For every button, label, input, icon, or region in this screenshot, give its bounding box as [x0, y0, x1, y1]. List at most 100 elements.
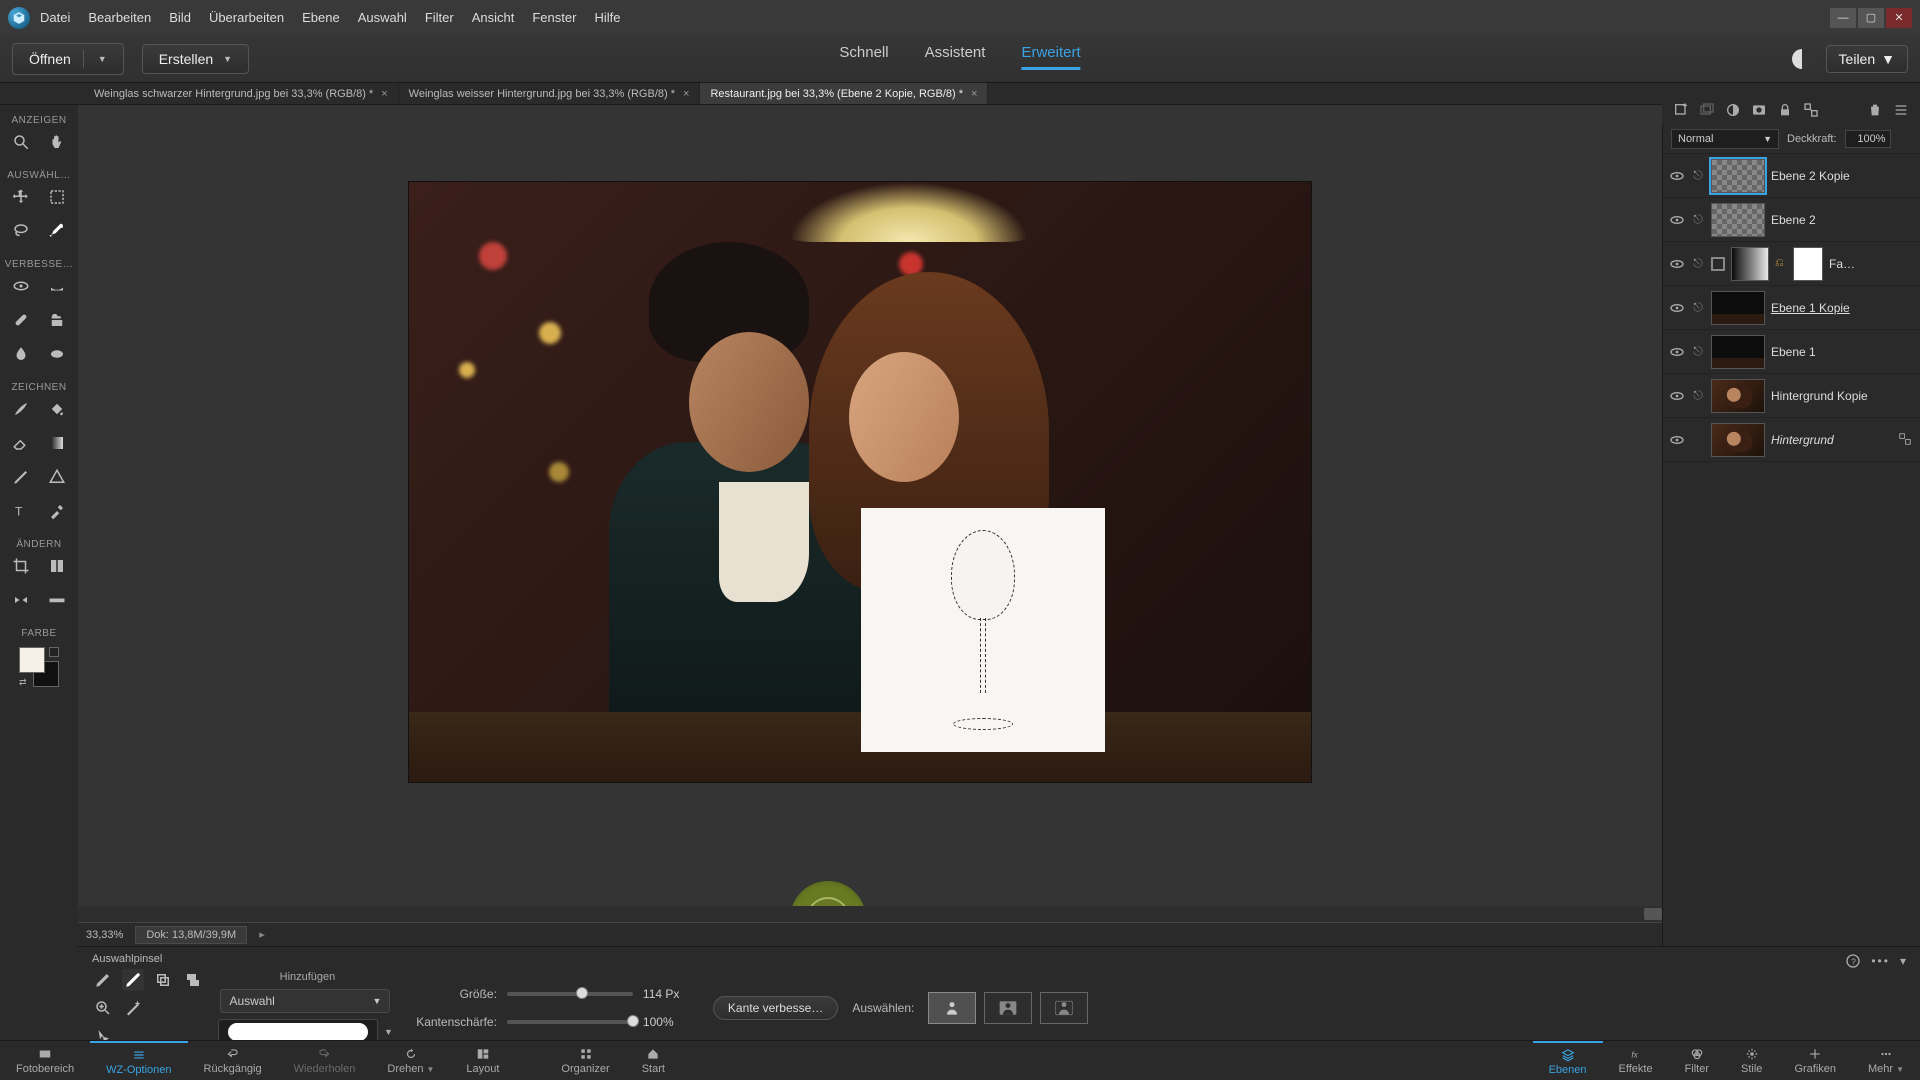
lock-icon[interactable]: [1898, 432, 1914, 448]
layer-name[interactable]: Ebene 1: [1771, 345, 1816, 359]
menu-ueberarbeiten[interactable]: Überarbeiten: [209, 10, 284, 25]
visibility-icon[interactable]: [1669, 256, 1685, 272]
help-icon[interactable]: ?: [1845, 953, 1861, 969]
layer-name[interactable]: Ebene 2: [1771, 213, 1816, 227]
crop-tool-icon[interactable]: [9, 554, 33, 578]
new-layer-icon[interactable]: [1672, 101, 1690, 119]
lasso-tool-icon[interactable]: [9, 219, 33, 243]
close-tab-icon[interactable]: ×: [683, 88, 689, 100]
layer-thumbnail[interactable]: [1711, 335, 1765, 369]
chevron-down-icon[interactable]: ▼: [223, 54, 232, 64]
mehr-tab[interactable]: Mehr▼: [1852, 1041, 1920, 1080]
layer-name[interactable]: Ebene 2 Kopie: [1771, 169, 1850, 183]
menu-filter[interactable]: Filter: [425, 10, 454, 25]
layer-name[interactable]: Hintergrund: [1771, 433, 1834, 447]
select-background-button[interactable]: [984, 992, 1032, 1024]
selection-brush-tool-icon[interactable]: [45, 219, 69, 243]
recompose-tool-icon[interactable]: [45, 554, 69, 578]
default-colors-icon[interactable]: [49, 647, 59, 657]
mode-erweitert[interactable]: Erweitert: [1021, 44, 1080, 70]
content-move-tool-icon[interactable]: [9, 588, 33, 612]
theme-toggle-icon[interactable]: [1792, 49, 1812, 69]
panel-menu-icon[interactable]: [1892, 101, 1910, 119]
layer-thumbnail[interactable]: [1711, 291, 1765, 325]
zoom-level[interactable]: 33,33%: [86, 929, 123, 941]
visibility-icon[interactable]: [1669, 212, 1685, 228]
gradient-tool-icon[interactable]: [45, 431, 69, 455]
select-sky-button[interactable]: [1040, 992, 1088, 1024]
document-tab[interactable]: Weinglas schwarzer Hintergrund.jpg bei 3…: [84, 83, 399, 104]
document-canvas[interactable]: [408, 181, 1312, 783]
scrollbar-thumb[interactable]: [1644, 908, 1662, 920]
layer-row[interactable]: ⎋ Ebene 2 Kopie: [1663, 154, 1920, 198]
start-button[interactable]: Start: [626, 1041, 681, 1080]
layer-thumbnail[interactable]: [1711, 203, 1765, 237]
document-tab[interactable]: Weinglas weisser Hintergrund.jpg bei 33,…: [399, 83, 701, 104]
open-button[interactable]: Öffnen ▼: [12, 43, 124, 75]
undo-button[interactable]: Rückgängig: [188, 1041, 278, 1080]
mode-assistent[interactable]: Assistent: [925, 44, 986, 70]
visibility-icon[interactable]: [1669, 344, 1685, 360]
size-value[interactable]: 114 Px: [643, 987, 699, 1001]
mask-thumbnail[interactable]: [1793, 247, 1823, 281]
chevron-down-icon[interactable]: ▼: [98, 54, 107, 64]
menu-ebene[interactable]: Ebene: [302, 10, 340, 25]
menu-bearbeiten[interactable]: Bearbeiten: [88, 10, 151, 25]
rotate-button[interactable]: Drehen▼: [371, 1041, 450, 1080]
close-tab-icon[interactable]: ×: [971, 88, 977, 100]
layer-row[interactable]: ⎋ Ebene 1: [1663, 330, 1920, 374]
mode-schnell[interactable]: Schnell: [839, 44, 888, 70]
foreground-color-swatch[interactable]: [19, 647, 45, 673]
filter-tab[interactable]: Filter: [1669, 1041, 1725, 1080]
link-icon[interactable]: ⎋: [1691, 344, 1705, 359]
document-info[interactable]: Dok: 13,8M/39,9M: [135, 926, 247, 944]
stile-tab[interactable]: Stile: [1725, 1041, 1778, 1080]
redo-button[interactable]: Wiederholen: [278, 1041, 372, 1080]
layer-row[interactable]: Hintergrund: [1663, 418, 1920, 462]
straighten-tool-icon[interactable]: [45, 588, 69, 612]
magic-wand-icon[interactable]: [122, 997, 144, 1019]
select-subject-button[interactable]: [928, 992, 976, 1024]
layer-thumbnail[interactable]: [1731, 247, 1769, 281]
more-icon[interactable]: •••: [1871, 954, 1890, 968]
color-swatches[interactable]: ⇄: [19, 647, 59, 687]
visibility-icon[interactable]: [1669, 300, 1685, 316]
whiten-tool-icon[interactable]: [45, 274, 69, 298]
visibility-icon[interactable]: [1669, 168, 1685, 184]
layer-thumbnail[interactable]: [1711, 379, 1765, 413]
marquee-tool-icon[interactable]: [45, 185, 69, 209]
ebenen-tab[interactable]: Ebenen: [1533, 1041, 1603, 1080]
layer-thumbnail[interactable]: [1711, 159, 1765, 193]
wz-optionen-button[interactable]: WZ-Optionen: [90, 1041, 187, 1080]
collapse-icon[interactable]: ▾: [1900, 954, 1906, 968]
layer-row[interactable]: ⎋ Ebene 1 Kopie: [1663, 286, 1920, 330]
slider-knob[interactable]: [627, 1015, 639, 1027]
info-chevron-icon[interactable]: ▸: [259, 928, 265, 941]
brush-main-icon[interactable]: [92, 969, 114, 991]
layer-preset-icon[interactable]: [152, 969, 174, 991]
opacity-input[interactable]: 100%: [1845, 130, 1891, 148]
redeye-tool-icon[interactable]: [9, 274, 33, 298]
hardness-slider[interactable]: [507, 1020, 633, 1024]
link-icon[interactable]: ⎋: [1691, 300, 1705, 315]
adjustment-layer-icon[interactable]: [1724, 101, 1742, 119]
menu-ansicht[interactable]: Ansicht: [472, 10, 515, 25]
brush-tool-icon[interactable]: [9, 397, 33, 421]
size-slider[interactable]: [507, 992, 633, 996]
layer-group-icon[interactable]: [1698, 101, 1716, 119]
eyedropper-tool-icon[interactable]: [45, 499, 69, 523]
document-tab[interactable]: Restaurant.jpg bei 33,3% (Ebene 2 Kopie,…: [700, 83, 988, 104]
refine-edge-button[interactable]: Kante verbesse…: [713, 996, 838, 1020]
visibility-icon[interactable]: [1669, 388, 1685, 404]
zoom-in-icon[interactable]: [92, 997, 114, 1019]
lock-icon[interactable]: [1776, 101, 1794, 119]
stack-preset-icon[interactable]: [182, 969, 204, 991]
layer-name[interactable]: Ebene 1 Kopie: [1771, 301, 1850, 315]
minimize-button[interactable]: —: [1830, 8, 1856, 28]
layer-row[interactable]: ⎋ ⎌ Fa…: [1663, 242, 1920, 286]
menu-auswahl[interactable]: Auswahl: [358, 10, 407, 25]
hand-tool-icon[interactable]: [45, 130, 69, 154]
move-tool-icon[interactable]: [9, 185, 33, 209]
layer-row[interactable]: ⎋ Ebene 2: [1663, 198, 1920, 242]
link-icon[interactable]: ⎋: [1691, 168, 1705, 183]
